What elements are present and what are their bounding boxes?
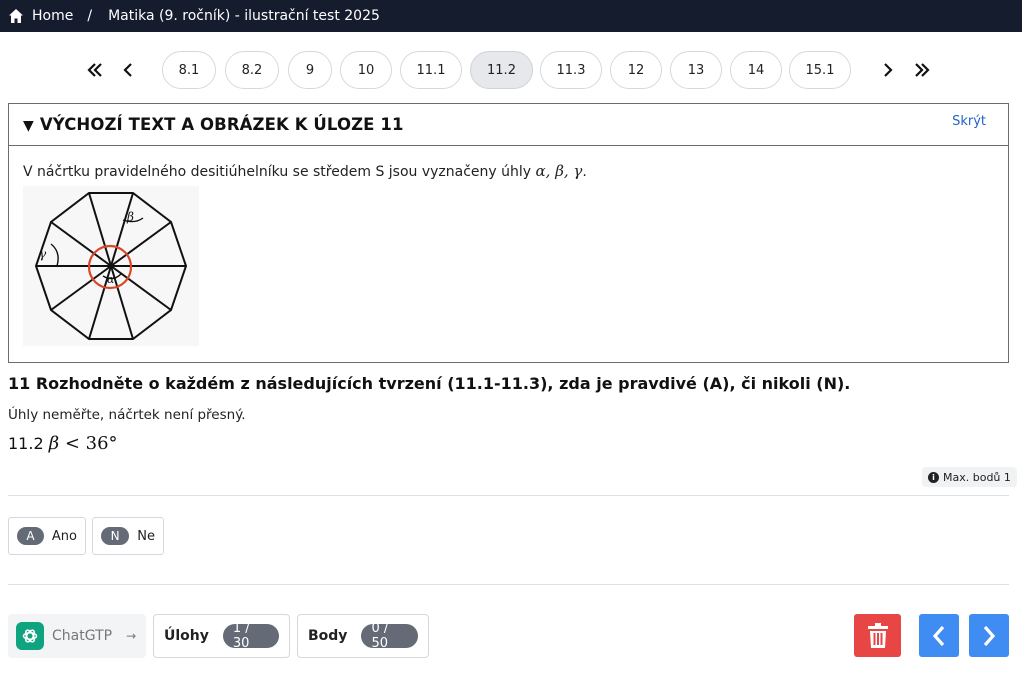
panel-title: ▼ VÝCHOZÍ TEXT A OBRÁZEK K ÚLOZE 11: [23, 115, 404, 134]
double-chevron-left-icon[interactable]: [83, 51, 107, 89]
points-value: 0 / 50: [361, 621, 418, 651]
trash-icon: [867, 622, 888, 648]
page-11-3[interactable]: 11.3: [540, 51, 602, 89]
page-13[interactable]: 13: [670, 51, 722, 89]
chevron-right-icon[interactable]: [876, 51, 900, 89]
collapse-triangle-icon: ▼: [23, 118, 34, 134]
answer-label-ne: Ne: [137, 528, 155, 544]
breadcrumb-current[interactable]: Matika (9. ročník) - ilustrační test 202…: [108, 8, 380, 24]
divider: [8, 495, 1009, 496]
label-alpha: α: [107, 273, 115, 286]
page-11-2[interactable]: 11.2: [470, 51, 533, 89]
info-icon: i: [928, 471, 939, 483]
home-icon: [9, 9, 23, 23]
label-beta: β: [126, 210, 134, 224]
home-label: Home: [32, 8, 74, 24]
answer-key-a: A: [17, 527, 44, 545]
page-14[interactable]: 14: [730, 51, 782, 89]
decagon-figure: β γ α: [23, 186, 199, 346]
answer-key-n: N: [101, 527, 130, 545]
page-9[interactable]: 9: [288, 51, 332, 89]
decagon-svg: β γ α: [34, 192, 188, 340]
panel-description: V náčrtku pravidelného desitiúhelníku se…: [23, 162, 587, 180]
breadcrumb-separator: /: [87, 8, 93, 24]
task-pagination: 8.1 8.2 9 10 11.1 11.2 11.3 12 13 14 15.…: [0, 51, 1022, 89]
answer-ano-button[interactable]: A Ano: [8, 517, 86, 555]
next-task-button[interactable]: [969, 614, 1009, 657]
points-counter[interactable]: Body 0 / 50: [297, 614, 429, 658]
chatgtp-label: ChatGTP: [52, 628, 113, 644]
delete-button[interactable]: [854, 614, 901, 657]
question-note: Úhly neměřte, náčrtek není přesný.: [8, 407, 246, 423]
chevron-left-icon: [932, 625, 945, 646]
page-12[interactable]: 12: [610, 51, 662, 89]
description-text: V náčrtku pravidelného desitiúhelníku se…: [23, 164, 536, 180]
page-8-1[interactable]: 8.1: [162, 51, 216, 89]
double-chevron-right-icon[interactable]: [910, 51, 934, 89]
previous-task-button[interactable]: [919, 614, 959, 657]
divider: [8, 584, 1009, 585]
chevron-right-icon: [983, 625, 996, 646]
statement-variable: β: [48, 433, 60, 454]
max-points-badge: i Max. bodů 1: [922, 467, 1017, 487]
page-8-2[interactable]: 8.2: [225, 51, 279, 89]
page-15-1[interactable]: 15.1: [789, 51, 851, 89]
statement-number: 11.2: [8, 434, 44, 453]
tasks-label: Úlohy: [164, 628, 209, 644]
max-points-text: Max. bodů 1: [943, 470, 1011, 484]
home-link[interactable]: Home: [8, 8, 73, 24]
tasks-value: 1 / 30: [222, 621, 279, 651]
source-text-panel: ▼ VÝCHOZÍ TEXT A OBRÁZEK K ÚLOZE 11 Skrýt…: [8, 103, 1009, 363]
label-gamma: γ: [39, 247, 47, 261]
hide-link[interactable]: Skrýt: [952, 114, 986, 129]
question-statement: 11.2 β < 36°: [8, 433, 118, 454]
arrow-right-icon: →: [126, 629, 137, 643]
chatgpt-logo-icon: [16, 622, 44, 650]
answer-ne-button[interactable]: N Ne: [92, 517, 164, 555]
top-bar: Home / Matika (9. ročník) - ilustrační t…: [0, 0, 1022, 32]
page-10[interactable]: 10: [340, 51, 392, 89]
points-label: Body: [308, 628, 348, 644]
answer-label-ano: Ano: [51, 528, 77, 544]
statement-relation: < 36°: [59, 433, 118, 454]
description-end: .: [582, 164, 587, 180]
tasks-counter[interactable]: Úlohy 1 / 30: [153, 614, 290, 658]
question-title: 11 Rozhodněte o každém z následujících t…: [8, 374, 851, 393]
chatgtp-button[interactable]: ChatGTP →: [8, 614, 146, 658]
panel-title-text: VÝCHOZÍ TEXT A OBRÁZEK K ÚLOZE 11: [39, 115, 404, 134]
chevron-left-icon[interactable]: [116, 51, 140, 89]
panel-header[interactable]: ▼ VÝCHOZÍ TEXT A OBRÁZEK K ÚLOZE 11 Skrýt: [9, 104, 1008, 146]
angle-symbols: α, β, γ: [535, 162, 583, 180]
page-11-1[interactable]: 11.1: [400, 51, 462, 89]
